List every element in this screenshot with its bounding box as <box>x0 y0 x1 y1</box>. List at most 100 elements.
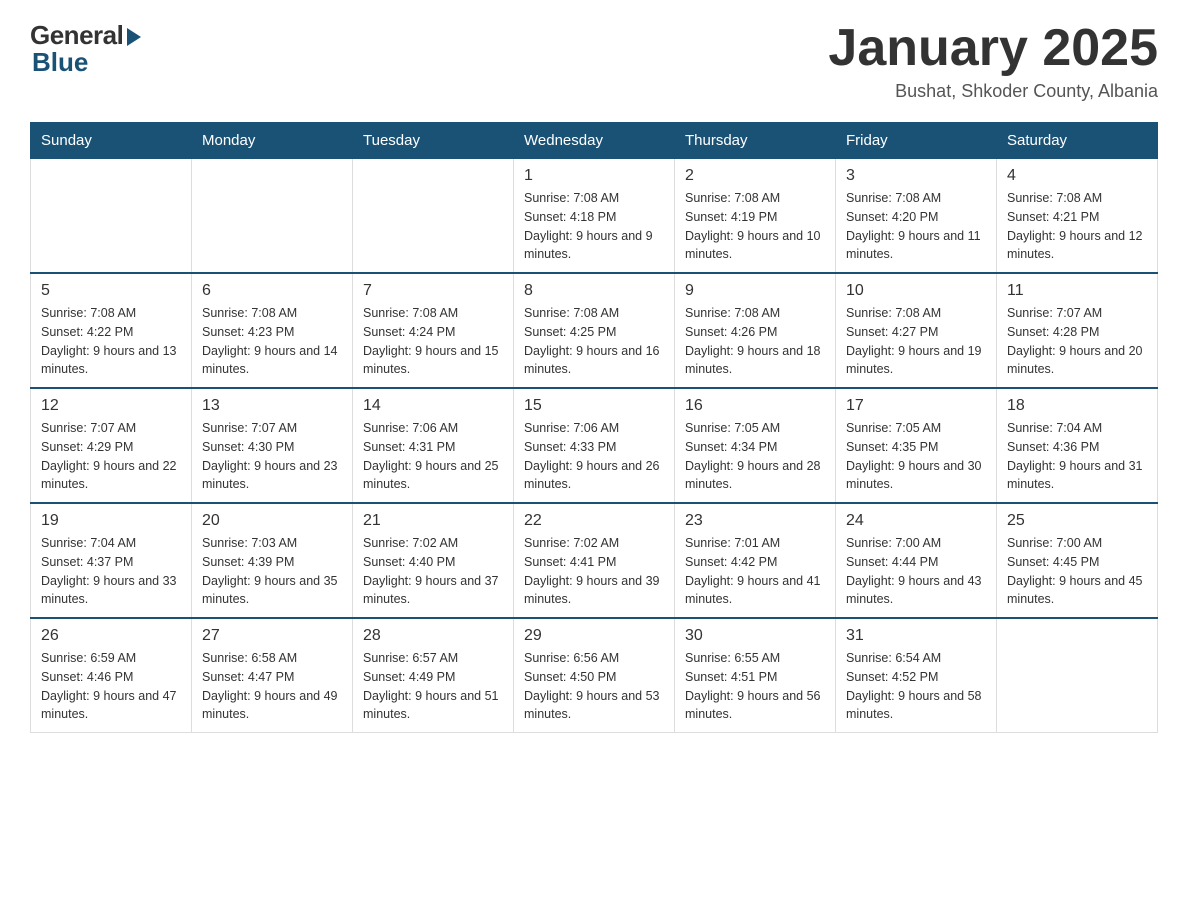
day-number: 4 <box>1007 167 1147 185</box>
day-number: 10 <box>846 282 986 300</box>
calendar-cell: 16 Sunrise: 7:05 AMSunset: 4:34 PMDayligh… <box>675 388 836 503</box>
calendar-cell: 26 Sunrise: 6:59 AMSunset: 4:46 PMDayligh… <box>31 618 192 733</box>
day-number: 26 <box>41 627 181 645</box>
day-number: 29 <box>524 627 664 645</box>
day-number: 17 <box>846 397 986 415</box>
day-info: Sunrise: 7:07 AMSunset: 4:29 PMDaylight:… <box>41 419 181 494</box>
calendar-cell: 28 Sunrise: 6:57 AMSunset: 4:49 PMDayligh… <box>353 618 514 733</box>
day-number: 15 <box>524 397 664 415</box>
calendar-week-row: 5 Sunrise: 7:08 AMSunset: 4:22 PMDaylight… <box>31 273 1158 388</box>
day-number: 7 <box>363 282 503 300</box>
day-number: 3 <box>846 167 986 185</box>
calendar-cell: 1 Sunrise: 7:08 AMSunset: 4:18 PMDaylight… <box>514 158 675 273</box>
calendar-cell: 29 Sunrise: 6:56 AMSunset: 4:50 PMDayligh… <box>514 618 675 733</box>
calendar-cell <box>31 158 192 273</box>
day-info: Sunrise: 7:08 AMSunset: 4:26 PMDaylight:… <box>685 304 825 379</box>
calendar-header-saturday: Saturday <box>997 123 1158 158</box>
calendar-header-wednesday: Wednesday <box>514 123 675 158</box>
calendar-cell: 11Sunrise: 7:07 AMSunset: 4:28 PMDayligh… <box>997 273 1158 388</box>
day-number: 27 <box>202 627 342 645</box>
calendar-cell: 3Sunrise: 7:08 AMSunset: 4:20 PMDaylight… <box>836 158 997 273</box>
day-number: 14 <box>363 397 503 415</box>
calendar-cell: 2 Sunrise: 7:08 AMSunset: 4:19 PMDaylight… <box>675 158 836 273</box>
calendar-cell: 10 Sunrise: 7:08 AMSunset: 4:27 PMDayligh… <box>836 273 997 388</box>
day-info: Sunrise: 6:54 AMSunset: 4:52 PMDaylight:… <box>846 649 986 724</box>
calendar-cell: 5 Sunrise: 7:08 AMSunset: 4:22 PMDaylight… <box>31 273 192 388</box>
calendar-cell: 20 Sunrise: 7:03 AMSunset: 4:39 PMDayligh… <box>192 503 353 618</box>
day-info: Sunrise: 7:08 AMSunset: 4:22 PMDaylight:… <box>41 304 181 379</box>
day-info: Sunrise: 7:06 AMSunset: 4:31 PMDaylight:… <box>363 419 503 494</box>
day-info: Sunrise: 7:00 AMSunset: 4:45 PMDaylight:… <box>1007 534 1147 609</box>
calendar-cell: 13Sunrise: 7:07 AMSunset: 4:30 PMDayligh… <box>192 388 353 503</box>
calendar-cell: 15 Sunrise: 7:06 AMSunset: 4:33 PMDayligh… <box>514 388 675 503</box>
day-info: Sunrise: 6:55 AMSunset: 4:51 PMDaylight:… <box>685 649 825 724</box>
calendar-table: SundayMondayTuesdayWednesdayThursdayFrid… <box>30 122 1158 733</box>
calendar-header-monday: Monday <box>192 123 353 158</box>
day-number: 5 <box>41 282 181 300</box>
day-number: 1 <box>524 167 664 185</box>
day-info: Sunrise: 7:03 AMSunset: 4:39 PMDaylight:… <box>202 534 342 609</box>
day-number: 9 <box>685 282 825 300</box>
day-info: Sunrise: 7:08 AMSunset: 4:24 PMDaylight:… <box>363 304 503 379</box>
day-number: 30 <box>685 627 825 645</box>
page-title: January 2025 <box>828 20 1158 77</box>
calendar-cell: 14 Sunrise: 7:06 AMSunset: 4:31 PMDayligh… <box>353 388 514 503</box>
calendar-cell: 24 Sunrise: 7:00 AMSunset: 4:44 PMDayligh… <box>836 503 997 618</box>
day-number: 28 <box>363 627 503 645</box>
day-info: Sunrise: 7:02 AMSunset: 4:41 PMDaylight:… <box>524 534 664 609</box>
day-info: Sunrise: 7:08 AMSunset: 4:18 PMDaylight:… <box>524 189 664 264</box>
day-info: Sunrise: 7:08 AMSunset: 4:21 PMDaylight:… <box>1007 189 1147 264</box>
day-number: 24 <box>846 512 986 530</box>
calendar-header-tuesday: Tuesday <box>353 123 514 158</box>
calendar-cell: 9 Sunrise: 7:08 AMSunset: 4:26 PMDaylight… <box>675 273 836 388</box>
day-number: 18 <box>1007 397 1147 415</box>
day-info: Sunrise: 7:04 AMSunset: 4:37 PMDaylight:… <box>41 534 181 609</box>
calendar-cell: 18 Sunrise: 7:04 AMSunset: 4:36 PMDayligh… <box>997 388 1158 503</box>
day-info: Sunrise: 6:59 AMSunset: 4:46 PMDaylight:… <box>41 649 181 724</box>
day-info: Sunrise: 6:56 AMSunset: 4:50 PMDaylight:… <box>524 649 664 724</box>
day-info: Sunrise: 7:02 AMSunset: 4:40 PMDaylight:… <box>363 534 503 609</box>
calendar-header-sunday: Sunday <box>31 123 192 158</box>
calendar-cell <box>192 158 353 273</box>
day-info: Sunrise: 7:05 AMSunset: 4:34 PMDaylight:… <box>685 419 825 494</box>
calendar-cell: 7 Sunrise: 7:08 AMSunset: 4:24 PMDaylight… <box>353 273 514 388</box>
day-info: Sunrise: 7:05 AMSunset: 4:35 PMDaylight:… <box>846 419 986 494</box>
calendar-header-thursday: Thursday <box>675 123 836 158</box>
logo-blue-text: Blue <box>30 47 88 78</box>
calendar-week-row: 1 Sunrise: 7:08 AMSunset: 4:18 PMDaylight… <box>31 158 1158 273</box>
page-header: General Blue January 2025 Bushat, Shkode… <box>30 20 1158 102</box>
day-number: 22 <box>524 512 664 530</box>
calendar-cell: 27 Sunrise: 6:58 AMSunset: 4:47 PMDayligh… <box>192 618 353 733</box>
calendar-header-row: SundayMondayTuesdayWednesdayThursdayFrid… <box>31 123 1158 158</box>
day-number: 12 <box>41 397 181 415</box>
day-number: 21 <box>363 512 503 530</box>
day-number: 11 <box>1007 282 1147 300</box>
day-info: Sunrise: 6:58 AMSunset: 4:47 PMDaylight:… <box>202 649 342 724</box>
calendar-cell: 23Sunrise: 7:01 AMSunset: 4:42 PMDayligh… <box>675 503 836 618</box>
calendar-cell <box>353 158 514 273</box>
day-info: Sunrise: 7:08 AMSunset: 4:27 PMDaylight:… <box>846 304 986 379</box>
calendar-cell: 12 Sunrise: 7:07 AMSunset: 4:29 PMDayligh… <box>31 388 192 503</box>
logo-arrow-icon <box>127 28 141 46</box>
day-number: 16 <box>685 397 825 415</box>
day-number: 25 <box>1007 512 1147 530</box>
day-info: Sunrise: 6:57 AMSunset: 4:49 PMDaylight:… <box>363 649 503 724</box>
calendar-cell: 19 Sunrise: 7:04 AMSunset: 4:37 PMDayligh… <box>31 503 192 618</box>
calendar-week-row: 19 Sunrise: 7:04 AMSunset: 4:37 PMDayligh… <box>31 503 1158 618</box>
calendar-cell: 4 Sunrise: 7:08 AMSunset: 4:21 PMDaylight… <box>997 158 1158 273</box>
calendar-week-row: 26 Sunrise: 6:59 AMSunset: 4:46 PMDayligh… <box>31 618 1158 733</box>
calendar-cell: 22 Sunrise: 7:02 AMSunset: 4:41 PMDayligh… <box>514 503 675 618</box>
day-info: Sunrise: 7:06 AMSunset: 4:33 PMDaylight:… <box>524 419 664 494</box>
day-number: 31 <box>846 627 986 645</box>
day-number: 6 <box>202 282 342 300</box>
day-info: Sunrise: 7:00 AMSunset: 4:44 PMDaylight:… <box>846 534 986 609</box>
calendar-cell: 17 Sunrise: 7:05 AMSunset: 4:35 PMDayligh… <box>836 388 997 503</box>
day-number: 19 <box>41 512 181 530</box>
day-info: Sunrise: 7:08 AMSunset: 4:19 PMDaylight:… <box>685 189 825 264</box>
calendar-cell: 6 Sunrise: 7:08 AMSunset: 4:23 PMDaylight… <box>192 273 353 388</box>
day-info: Sunrise: 7:08 AMSunset: 4:23 PMDaylight:… <box>202 304 342 379</box>
day-number: 2 <box>685 167 825 185</box>
calendar-cell: 25 Sunrise: 7:00 AMSunset: 4:45 PMDayligh… <box>997 503 1158 618</box>
day-number: 20 <box>202 512 342 530</box>
day-info: Sunrise: 7:04 AMSunset: 4:36 PMDaylight:… <box>1007 419 1147 494</box>
